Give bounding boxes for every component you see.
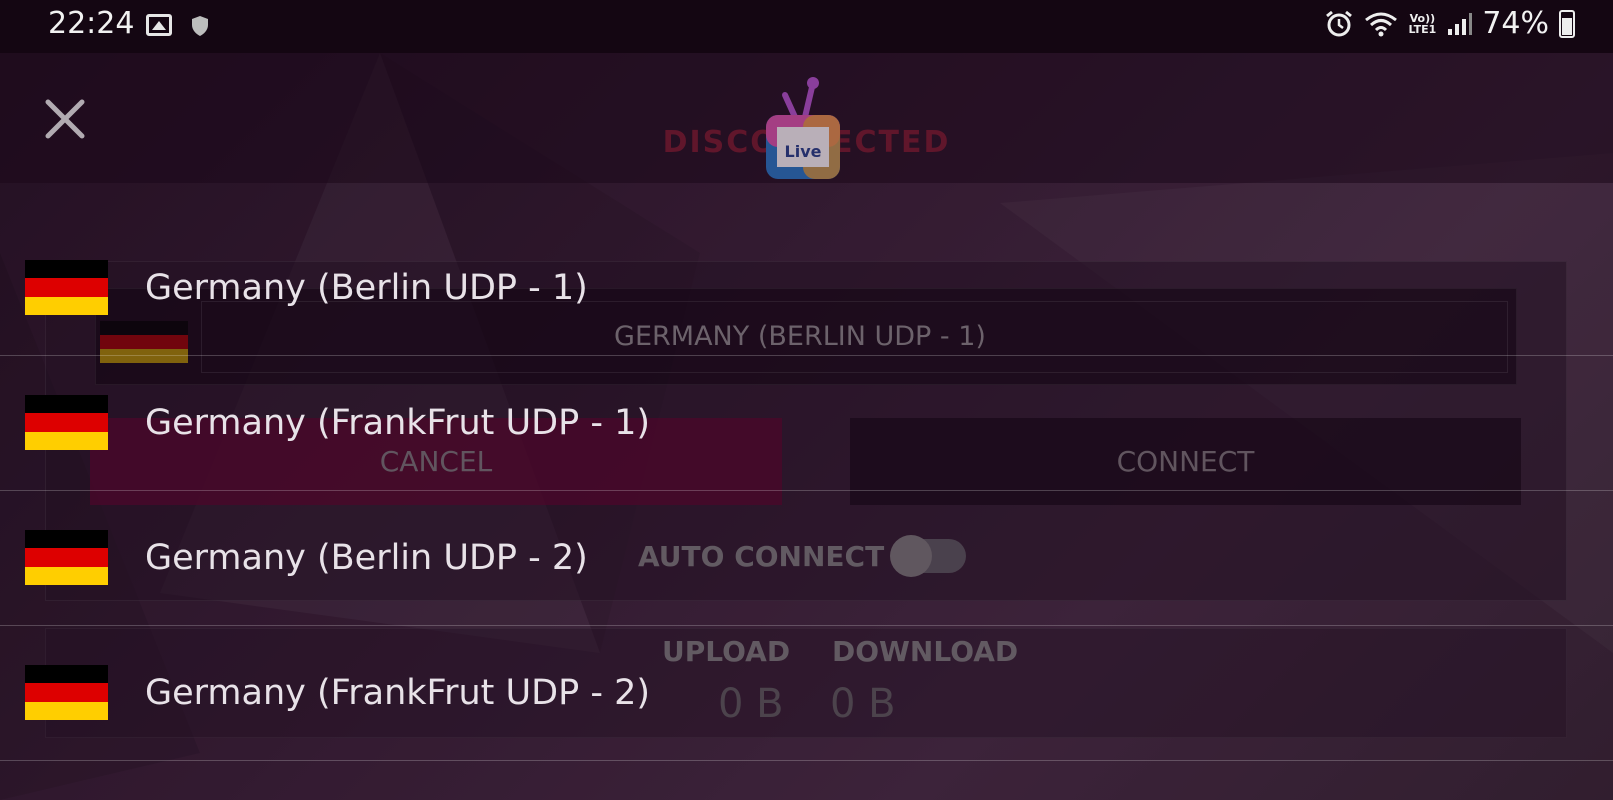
gallery-icon xyxy=(146,14,172,36)
germany-flag-icon xyxy=(25,394,108,451)
status-bar: 22:24 Vo)) LTE1 74% xyxy=(0,0,1613,53)
server-item-berlin-udp-1[interactable]: Germany (Berlin UDP - 1) xyxy=(0,220,1613,356)
germany-flag-icon xyxy=(25,664,108,721)
volte-icon: Vo)) LTE1 xyxy=(1408,13,1436,35)
server-name: Germany (FrankFrut UDP - 1) xyxy=(145,402,651,443)
volte-bottom: LTE1 xyxy=(1408,22,1437,36)
server-name: Germany (FrankFrut UDP - 2) xyxy=(145,672,651,713)
germany-flag-icon xyxy=(25,529,108,586)
germany-flag-icon xyxy=(25,259,108,316)
server-item-frankfrut-udp-2[interactable]: Germany (FrankFrut UDP - 2) xyxy=(0,625,1613,761)
server-list-overlay: Germany (Berlin UDP - 1) Germany (FrankF… xyxy=(0,53,1613,800)
server-name: Germany (Berlin UDP - 2) xyxy=(145,537,588,578)
server-name: Germany (Berlin UDP - 1) xyxy=(145,267,588,308)
signal-icon xyxy=(1448,12,1473,35)
battery-percent: 74% xyxy=(1482,6,1549,41)
status-right: Vo)) LTE1 74% xyxy=(1324,6,1575,41)
alarm-icon xyxy=(1326,10,1353,36)
status-time: 22:24 xyxy=(48,6,135,41)
shield-icon xyxy=(192,16,208,36)
battery-icon xyxy=(1559,9,1575,38)
server-item-frankfrut-udp-1[interactable]: Germany (FrankFrut UDP - 1) xyxy=(0,355,1613,491)
wifi-icon xyxy=(1365,12,1398,36)
server-item-berlin-udp-2[interactable]: Germany (Berlin UDP - 2) xyxy=(0,490,1613,626)
volte-top: Vo)) xyxy=(1409,11,1436,25)
